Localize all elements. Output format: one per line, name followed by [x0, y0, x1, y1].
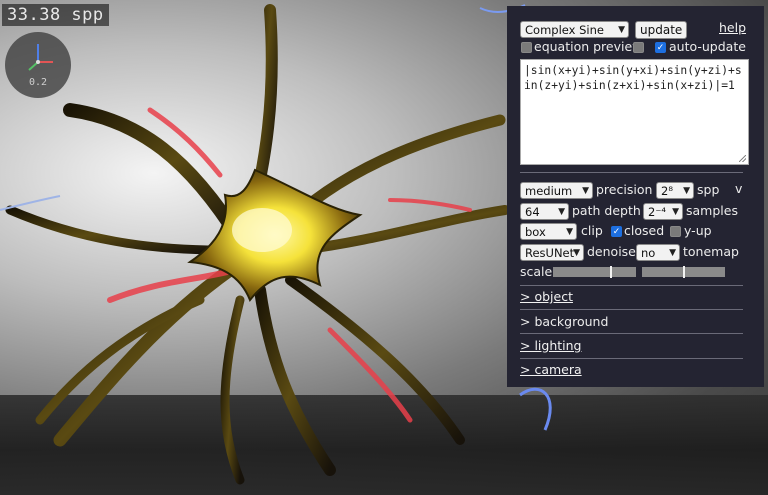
chevron-down-icon: ▼ — [566, 227, 573, 237]
spp-select[interactable]: 2⁸ ▼ — [656, 182, 694, 199]
denoise-label: denoise — [587, 244, 636, 259]
scale-slider-2[interactable] — [642, 266, 725, 278]
chevron-down-icon: ▼ — [573, 248, 580, 258]
section-camera[interactable]: > camera — [520, 362, 582, 377]
control-panel: Complex Sine ▼ update help equation prev… — [507, 6, 764, 387]
chevron-down-icon: ▼ — [672, 207, 679, 217]
axis-gizmo[interactable]: 0.2 — [5, 32, 71, 98]
divider — [520, 172, 743, 173]
preset-select[interactable]: Complex Sine ▼ — [520, 21, 629, 38]
divider — [520, 309, 743, 310]
path-depth-label: path depth — [572, 203, 641, 218]
samples-per-pixel-readout: 33.38 spp — [2, 4, 109, 26]
samples-select[interactable]: 2⁻⁴ ▼ — [643, 203, 683, 220]
denoise-select-value: ResUNet — [525, 246, 575, 260]
collapse-toggle[interactable]: v — [735, 181, 742, 196]
divider — [520, 358, 743, 359]
clip-label: clip — [581, 223, 603, 238]
tonemap-select[interactable]: no ▼ — [636, 244, 680, 261]
scale-label: scale — [520, 264, 553, 279]
clip-select[interactable]: box ▼ — [520, 223, 577, 240]
closed-checkbox[interactable]: ✓ — [611, 226, 622, 237]
auto-update-checkbox[interactable]: ✓ — [655, 42, 666, 53]
resize-grip-icon[interactable] — [739, 155, 746, 162]
slider-thumb[interactable] — [610, 266, 612, 278]
tonemap-label: tonemap — [683, 244, 739, 259]
closed-label: closed — [624, 223, 665, 238]
chevron-down-icon: ▼ — [669, 248, 676, 258]
extra-checkbox[interactable] — [633, 42, 644, 53]
axis-icon — [28, 44, 53, 71]
clip-select-value: box — [525, 225, 546, 239]
slider-thumb[interactable] — [683, 266, 685, 278]
denoise-select[interactable]: ResUNet ▼ — [520, 244, 584, 261]
scale-slider-1[interactable] — [553, 266, 636, 278]
auto-update-label: auto-update — [669, 39, 746, 54]
chevron-down-icon: ▼ — [558, 207, 565, 217]
preset-select-value: Complex Sine — [525, 23, 604, 37]
path-depth-select[interactable]: 64 ▼ — [520, 203, 569, 220]
precision-select[interactable]: medium ▼ — [520, 182, 593, 199]
chevron-down-icon: ▼ — [683, 186, 690, 196]
samples-label: samples — [686, 203, 738, 218]
gizmo-value: 0.2 — [28, 77, 48, 88]
chevron-down-icon: ▼ — [582, 186, 589, 196]
section-lighting[interactable]: > lighting — [520, 338, 581, 353]
spp-label: spp — [697, 182, 720, 197]
chevron-down-icon: ▼ — [618, 25, 625, 35]
section-background[interactable]: > background — [520, 314, 608, 329]
section-object[interactable]: > object — [520, 289, 573, 304]
y-up-checkbox[interactable] — [670, 226, 681, 237]
path-depth-select-value: 64 — [525, 205, 540, 219]
equation-text: |sin(x+yi)+sin(y+xi)+sin(y+zi)+sin(z+yi)… — [524, 64, 742, 92]
divider — [520, 285, 743, 286]
spp-select-value: 2⁸ — [661, 184, 673, 198]
equation-preview-checkbox[interactable] — [521, 42, 532, 53]
y-up-label: y-up — [684, 223, 712, 238]
equation-preview-label: equation preview — [534, 39, 643, 54]
precision-label: precision — [596, 182, 653, 197]
update-button[interactable]: update — [635, 21, 688, 39]
precision-select-value: medium — [525, 184, 573, 198]
divider — [520, 333, 743, 334]
samples-select-value: 2⁻⁴ — [648, 205, 666, 219]
help-link[interactable]: help — [719, 20, 746, 35]
tonemap-select-value: no — [641, 246, 656, 260]
equation-textarea[interactable]: |sin(x+yi)+sin(y+xi)+sin(y+zi)+sin(z+yi)… — [520, 59, 749, 165]
